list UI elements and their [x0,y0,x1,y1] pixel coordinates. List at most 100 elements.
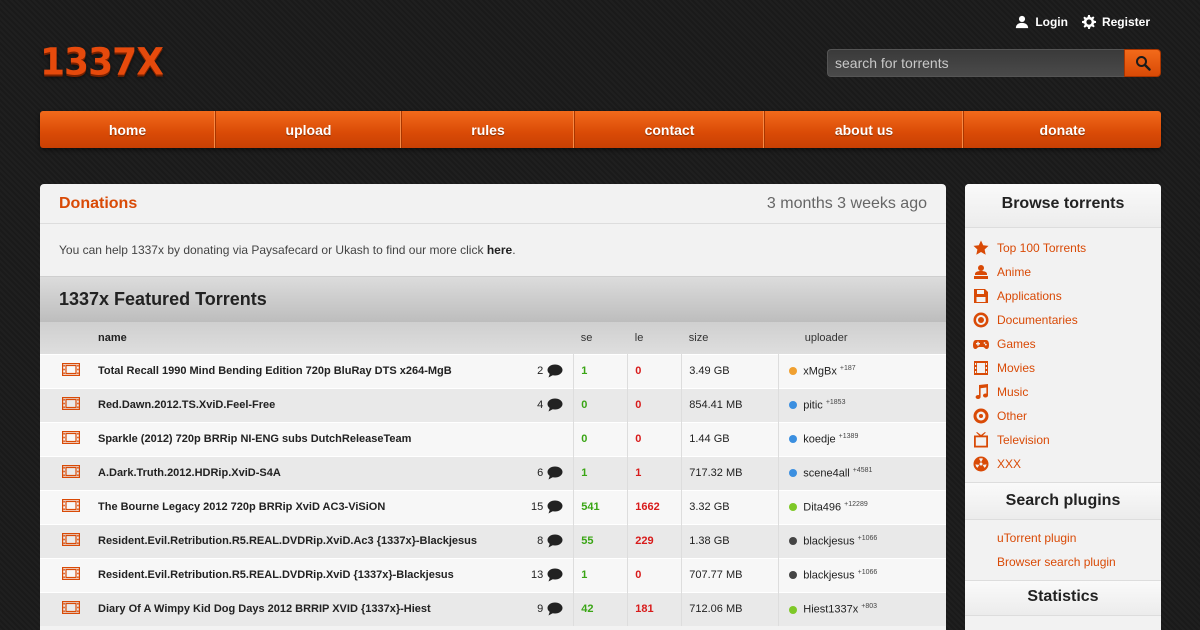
col-se[interactable]: se [574,322,628,354]
sidebar-item-applications[interactable]: Applications [965,284,1161,308]
sidebar-item-movies[interactable]: Movies [965,356,1161,380]
sidebar-item-television[interactable]: Television [965,428,1161,452]
sidebar-item-top-100-torrents[interactable]: Top 100 Torrents [965,236,1161,260]
register-link[interactable]: Register [1081,15,1150,29]
uploader-status-dot [789,401,798,410]
table-row[interactable]: Red.Dawn.2012.TS.XviD.Feel-Free 4 0 0 854.41… [40,388,946,422]
nav-donate[interactable]: donate [964,111,1161,148]
seeders: 1 [573,456,628,490]
comment-count[interactable]: 15 [531,500,563,514]
plugins-title: Search plugins [965,482,1161,520]
leechers: 0 [627,558,682,592]
torrent-name[interactable]: Red.Dawn.2012.TS.XviD.Feel-Free [98,388,531,422]
nav-home[interactable]: home [40,111,216,148]
uploader-name[interactable]: pitic [803,399,823,411]
comment-icon [547,534,563,548]
torrent-name[interactable]: Resident.Evil.Retribution.R5.REAL.DVDRip… [98,524,531,558]
account-links: Login Register [1015,15,1150,29]
browse-title: Browse torrents [965,184,1161,228]
sidebar-item-label: Other [997,409,1028,423]
col-size[interactable]: size [682,322,779,354]
uploader-name[interactable]: xMgBx [803,365,837,377]
leechers: 0 [627,354,682,388]
login-link[interactable]: Login [1015,15,1068,29]
table-row[interactable]: Sparkle (2012) 720p BRRip NI-ENG subs Du… [40,422,946,456]
nav-rules[interactable]: rules [402,111,575,148]
sidebar-item-music[interactable]: Music [965,380,1161,404]
seeders: 42 [573,592,628,626]
uploader-status-dot [789,367,798,376]
table-row[interactable]: Resident.Evil.Retribution.R5.REAL.DVDRip… [40,558,946,592]
sidebar-item-games[interactable]: Games [965,332,1161,356]
film-icon [61,430,81,445]
uploader-name[interactable]: Dita496 [803,501,841,513]
comment-count[interactable]: 6 [537,466,563,480]
film-icon [974,361,988,375]
nav-upload[interactable]: upload [216,111,402,148]
table-row[interactable]: A.Dark.Truth.2012.HDRip.XviD-S4A 6 1 1 717.3… [40,456,946,490]
uploader-status-dot [789,435,798,444]
plugins-list: uTorrent plugin Browser search plugin [965,520,1161,580]
uploader-status-dot [789,571,798,580]
leechers: 1 [627,456,682,490]
browse-list: Top 100 Torrents Anime Applications Documen… [965,228,1161,482]
uploader-name[interactable]: scene4all [803,467,849,479]
nav-about-us[interactable]: about us [765,111,964,148]
uploader-status-dot [789,605,798,614]
sidebar-item-documentaries[interactable]: Documentaries [965,308,1161,332]
sidebar-item-other[interactable]: Other [965,404,1161,428]
comment-count[interactable]: 2 [537,364,563,378]
donations-title[interactable]: Donations [59,195,137,213]
torrent-name[interactable]: Resident.Evil.Retribution.R5.REAL.DVDRip… [98,558,531,592]
table-header: name se le size uploader [40,322,946,354]
site-logo[interactable]: 1337X [40,41,164,84]
comment-icon [547,466,563,480]
gear-icon [1081,15,1096,29]
uploader-name[interactable]: koedje [803,433,835,445]
sidebar-item-xxx[interactable]: XXX [965,452,1161,476]
login-label: Login [1035,15,1068,29]
torrent-name[interactable]: Total Recall 1990 Mind Bending Edition 7… [98,354,531,388]
torrent-name[interactable]: Diary Of A Wimpy Kid Dog Days 2012 BRRIP… [98,592,531,626]
sidebar-item-anime[interactable]: Anime [965,260,1161,284]
search-button[interactable] [1124,49,1161,77]
size: 717.32 MB [681,456,779,490]
table-row[interactable]: Diary Of A Wimpy Kid Dog Days 2012 BRRIP… [40,592,946,626]
uploader-name[interactable]: blackjesus [803,535,854,547]
table-row[interactable]: Total Recall 1990 Mind Bending Edition 7… [40,354,946,388]
col-le[interactable]: le [628,322,682,354]
donations-here-link[interactable]: here [487,243,512,257]
uploader-name[interactable]: blackjesus [803,569,854,581]
search-input[interactable] [827,49,1124,77]
col-uploader[interactable]: uploader [779,322,946,354]
table-row[interactable]: Resident.Evil.Retribution.R5.REAL.DVDRip… [40,524,946,558]
col-name[interactable]: name [98,322,531,354]
torrent-name[interactable]: Sparkle (2012) 720p BRRip NI-ENG subs Du… [98,422,531,456]
floppy-icon [974,289,988,303]
uploader-name[interactable]: Hiest1337x [803,604,858,616]
comment-count[interactable]: 13 [531,568,563,582]
user-icon [1016,15,1029,29]
film-icon [61,601,81,615]
comment-icon [547,364,563,378]
film-icon [61,532,81,547]
plugin-link[interactable]: uTorrent plugin [965,526,1161,550]
torrent-name[interactable]: A.Dark.Truth.2012.HDRip.XviD-S4A [98,456,531,490]
size: 1.38 GB [681,524,779,558]
comment-icon [547,602,563,616]
featured-title: 1337x Featured Torrents [40,276,946,322]
table-row[interactable]: The Bourne Legacy 2012 720p BRRip XviD A… [40,490,946,524]
comment-count[interactable]: 4 [537,398,563,412]
sidebar-item-label: Movies [997,361,1036,375]
leechers: 0 [627,388,682,422]
film-icon [61,464,81,479]
uploader-reputation: +803 [861,602,878,610]
comment-count[interactable]: 8 [537,534,563,548]
film-icon [61,498,81,513]
plugin-link[interactable]: Browser search plugin [965,550,1161,574]
statistics-title: Statistics [965,580,1161,616]
uploader-reputation: +1066 [857,568,878,576]
nav-contact[interactable]: contact [575,111,765,148]
torrent-name[interactable]: The Bourne Legacy 2012 720p BRRip XviD A… [98,490,531,524]
comment-count[interactable]: 9 [537,602,563,616]
